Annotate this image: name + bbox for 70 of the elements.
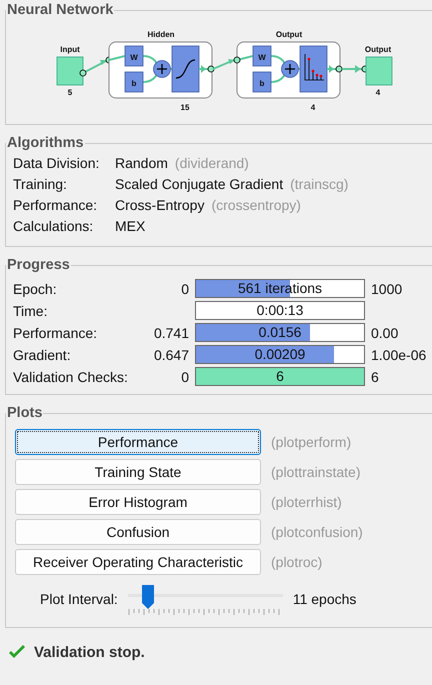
end-value: 0.00 xyxy=(371,324,398,340)
end-value: 1000 xyxy=(371,280,402,296)
sigmoid-icon xyxy=(176,59,196,79)
function-name: (ploterrhist) xyxy=(271,494,343,510)
function-name: (plotconfusion) xyxy=(271,524,364,540)
bar-value: 6 xyxy=(275,368,285,385)
start-value: 0 xyxy=(181,280,189,296)
function-name: (crossentropy) xyxy=(211,197,301,213)
input-node xyxy=(56,56,84,86)
field-label: Epoch: xyxy=(13,280,58,296)
field-label: Training: xyxy=(13,176,68,192)
interval-value: 11 epochs xyxy=(292,591,356,607)
status-text: Validation stop. xyxy=(34,644,145,661)
function-name: (plotroc) xyxy=(271,554,324,570)
field-label: Calculations: xyxy=(13,218,94,234)
bar-value: 0.0156 xyxy=(258,324,302,341)
start-value: 0 xyxy=(181,368,189,384)
field-value: MEX xyxy=(115,218,146,234)
plot-button[interactable]: Confusion xyxy=(15,519,261,545)
transfer-box xyxy=(300,46,328,92)
weight-box xyxy=(252,46,272,66)
sum-icon xyxy=(281,60,299,78)
panel-title: Progress xyxy=(6,257,71,273)
panel-title: Plots xyxy=(6,405,44,421)
field-label: Gradient: xyxy=(13,346,72,362)
diagram-label: Output xyxy=(364,45,392,54)
field-value: Scaled Conjugate Gradient xyxy=(115,176,284,192)
field-label: Performance: xyxy=(13,197,98,213)
weight-box xyxy=(124,46,144,66)
plot-button[interactable]: Training State xyxy=(15,459,261,485)
end-value: 6 xyxy=(371,368,379,384)
transfer-box xyxy=(172,46,200,92)
panel-title: Algorithms xyxy=(6,135,85,151)
function-name: (plottrainstate) xyxy=(271,464,362,480)
diagram-label: 4 xyxy=(310,103,316,112)
bias-box xyxy=(124,72,144,92)
diagram-label: W xyxy=(130,53,138,62)
function-name: (dividerand) xyxy=(174,155,249,171)
diagram-label: W xyxy=(258,53,266,62)
bar-value: 0.00209 xyxy=(254,346,306,363)
slider-thumb[interactable] xyxy=(142,585,154,609)
plot-button[interactable]: Receiver Operating Characteristic xyxy=(15,549,261,575)
checkmark-icon xyxy=(8,645,26,660)
bias-box xyxy=(252,72,272,92)
function-name: (trainscg) xyxy=(290,176,348,192)
function-name: (plotperform) xyxy=(271,434,352,450)
diagram-label: 15 xyxy=(180,103,190,112)
field-label: Time: xyxy=(13,302,48,318)
plot-button[interactable]: Error Histogram xyxy=(15,489,261,515)
field-label: Performance: xyxy=(13,324,98,340)
start-value: 0.741 xyxy=(154,324,189,340)
interval-label: Plot Interval: xyxy=(40,591,118,607)
plot-button[interactable]: Performance xyxy=(15,429,261,455)
field-label: Data Division: xyxy=(13,155,100,171)
field-value: Cross-Entropy xyxy=(115,197,204,213)
diagram-label: b xyxy=(132,79,136,88)
diagram-label: 5 xyxy=(68,88,72,97)
diagram-label: 4 xyxy=(376,88,380,97)
end-value: 1.00e-06 xyxy=(371,346,426,362)
diagram-label: b xyxy=(260,79,264,88)
field-label: Validation Checks: xyxy=(13,368,129,384)
diagram-label: Output xyxy=(276,30,302,39)
diagram-label: Input xyxy=(60,45,80,54)
diagram-label: Hidden xyxy=(147,30,175,39)
panel-title: Neural Network xyxy=(6,2,114,18)
sum-icon xyxy=(153,60,171,78)
start-value: 0.647 xyxy=(154,346,189,362)
output-node xyxy=(366,56,392,86)
bar-chart-icon xyxy=(304,54,324,80)
field-value: Random xyxy=(115,155,168,171)
